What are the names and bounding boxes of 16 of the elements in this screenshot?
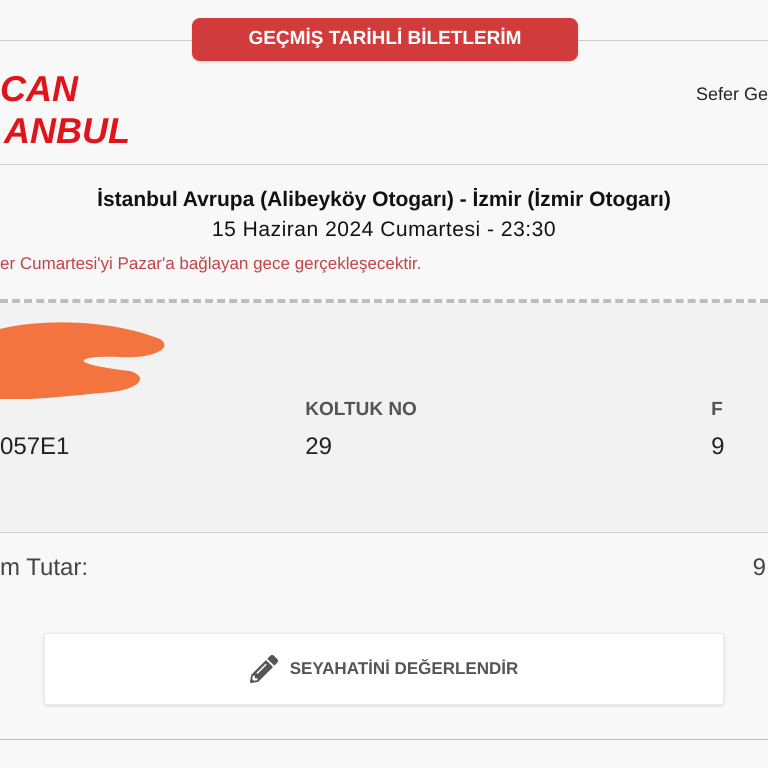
total-label: m Tutar: bbox=[0, 553, 88, 583]
trip-date: 15 Haziran 2024 Cumartesi - 23:30 bbox=[212, 217, 556, 243]
pencil-icon bbox=[250, 655, 278, 683]
header-text: Sefer Ge bbox=[696, 83, 768, 106]
detail-label: KOLTUK NO bbox=[305, 398, 418, 421]
section-title: GEÇMİŞ TARİHLİ BİLETLERİM bbox=[248, 26, 522, 52]
logo-text: ANBUL bbox=[2, 110, 131, 152]
logo-text: CAN bbox=[0, 68, 80, 110]
detail-value: 29 bbox=[305, 432, 333, 462]
route-title: İstanbul Avrupa (Alibeyköy Otogarı) - İzmir (İzmir Otogarı) bbox=[97, 187, 671, 213]
rate-trip-button[interactable]: SEYAHATİNİ DEĞERLENDİR bbox=[44, 633, 724, 705]
total-value: 9 bbox=[752, 553, 766, 583]
detail-value: 9 bbox=[711, 432, 726, 462]
detail-label: F bbox=[711, 398, 724, 421]
trip-note: er Cumartesi'yi Pazar'a bağlayan gece gerçekleşecektir. bbox=[0, 254, 422, 273]
detail-value: 057E1 bbox=[0, 432, 70, 462]
